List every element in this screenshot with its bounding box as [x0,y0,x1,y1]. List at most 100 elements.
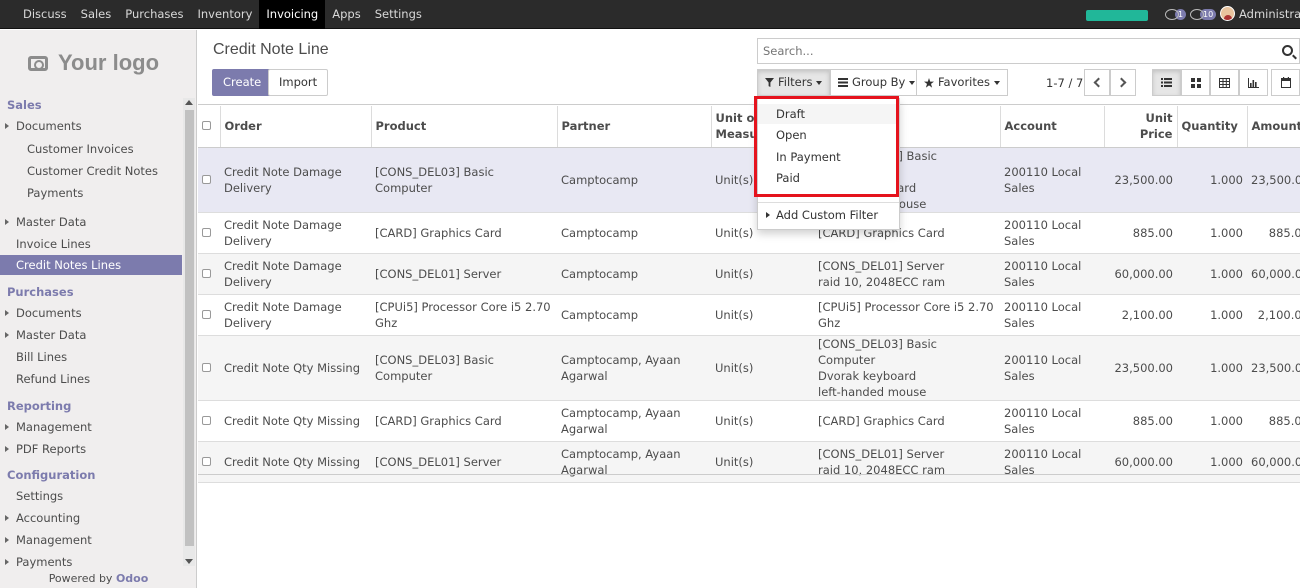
row-checkbox[interactable] [202,362,211,372]
scroll-down-icon[interactable] [185,559,193,564]
menu-invoicing[interactable]: Invoicing [259,0,326,29]
create-button[interactable]: Create [212,69,273,96]
select-all-checkbox[interactable] [202,121,211,131]
sidebar-item-purchases-master-data[interactable]: Master Data [0,325,182,345]
favorites-button[interactable]: Favorites [916,69,1008,96]
sidebar-item-customer-invoices[interactable]: Customer Invoices [0,139,182,159]
add-custom-filter-label: Add Custom Filter [776,208,879,222]
sidebar-item-customer-credit-notes[interactable]: Customer Credit Notes [0,161,182,181]
sidebar-item-config-management[interactable]: Management [0,530,182,550]
sidebar-scrollbar[interactable] [183,98,195,566]
onboarding-progress-bar[interactable] [1086,10,1148,21]
table-row[interactable]: Credit Note Damage Delivery [CPUi5] Proce… [198,294,1300,336]
cell-order: Credit Note Damage Delivery [220,294,371,336]
row-checkbox[interactable] [202,456,211,466]
menu-purchases[interactable]: Purchases [118,0,190,29]
table-row[interactable]: Credit Note Qty Missing [CARD] Graphics C… [198,400,1300,442]
table-row[interactable]: Credit Note Qty Missing [CONS_DEL03] Basi… [198,335,1300,401]
calendar-view-button[interactable] [1271,69,1300,96]
sidebar-item-config-payments[interactable]: Payments [0,552,182,572]
sidebar-item-management[interactable]: Management [0,417,182,437]
scroll-up-icon[interactable] [185,100,193,105]
filters-label: Filters [778,75,813,89]
menu-sales[interactable]: Sales [74,0,119,29]
column-product[interactable]: Product [370,106,557,148]
group-by-button[interactable]: Group By [830,69,924,96]
sidebar-item-credit-notes-lines[interactable]: Credit Notes Lines [0,255,182,275]
add-custom-filter[interactable]: Add Custom Filter [758,205,899,225]
filters-button[interactable]: Filters [757,69,831,96]
messages-button[interactable]: 1 [1165,7,1187,21]
search-bar[interactable] [757,38,1300,64]
table-row[interactable]: Credit Note Damage Delivery [CONS_DEL01] … [198,253,1300,295]
menu-discuss[interactable]: Discuss [16,0,74,29]
sidebar-item-payments[interactable]: Payments [0,183,182,203]
menu-apps[interactable]: Apps [325,0,367,29]
pivot-view-button[interactable] [1210,69,1239,96]
scrollbar-thumb[interactable] [185,110,194,546]
menu-settings[interactable]: Settings [368,0,429,29]
sidebar-item-sales-documents[interactable]: Documents [0,116,182,136]
logo-text: Your logo [58,50,160,75]
activities-button[interactable]: 10 [1190,7,1217,21]
sidebar-item-master-data[interactable]: Master Data [0,212,182,232]
column-order[interactable]: Order [219,106,371,148]
kanban-view-button[interactable] [1181,69,1210,96]
sidebar-item-label: Accounting [16,511,81,525]
table-body: Credit Note Damage Delivery [CONS_DEL03] … [198,147,1300,483]
select-all-header [198,106,220,148]
powered-prefix: Powered by [48,572,113,585]
cell-unit-price: 2,100.00 [1104,294,1177,336]
pager-value[interactable]: 1-7 / 7 [1046,76,1083,90]
sidebar-item-label: Management [16,533,92,547]
import-button[interactable]: Import [268,69,329,96]
odoo-link[interactable]: Odoo [116,572,148,585]
caret-right-icon [5,446,9,452]
search-input[interactable] [758,39,1258,63]
menu-inventory[interactable]: Inventory [190,0,259,29]
graph-view-button[interactable] [1239,69,1268,96]
sidebar-item-pdf-reports[interactable]: PDF Reports [0,439,182,459]
cell-amount: 60,000.00 [1247,441,1300,483]
cell-quantity: 1.000 [1177,212,1247,254]
column-account[interactable]: Account [999,106,1104,148]
caret-right-icon [5,424,9,430]
cell-amount: 885.00 [1247,212,1300,254]
cell-unit-price: 885.00 [1104,212,1177,254]
cell-amount: 60,000.00 [1247,253,1300,295]
calendar-icon [1280,77,1291,88]
cell-partner: Camptocamp [557,294,711,336]
row-checkbox[interactable] [202,227,211,237]
row-checkbox[interactable] [202,309,211,319]
row-checkbox[interactable] [202,174,211,184]
pager-previous-button[interactable] [1084,69,1110,96]
row-select-cell [198,335,220,401]
cell-product: [CARD] Graphics Card [371,400,557,442]
top-navbar: Discuss Sales Purchases Inventory Invoic… [0,0,1300,29]
list-view-button[interactable] [1152,69,1181,96]
sidebar-item-settings[interactable]: Settings [0,486,182,506]
user-menu[interactable]: Administrator [1220,6,1300,21]
column-partner[interactable]: Partner [556,106,711,148]
cell-partner: Camptocamp, Ayaan Agarwal [557,400,711,442]
sidebar-item-invoice-lines[interactable]: Invoice Lines [0,234,182,254]
sidebar-item-accounting[interactable]: Accounting [0,508,182,528]
column-quantity[interactable]: Quantity [1176,106,1247,148]
cell-quantity: 1.000 [1177,147,1247,213]
table-row[interactable]: Credit Note Qty Missing [CONS_DEL01] Serv… [198,441,1300,483]
table-header-row: Order Product Partner Unit of Measure La… [198,106,1300,148]
column-amount[interactable]: Amount [1246,106,1300,148]
sidebar-item-purchases-documents[interactable]: Documents [0,303,182,323]
unit-price-header-line2: Price [1139,127,1173,142]
table-row[interactable]: Credit Note Damage Delivery [CONS_DEL03] … [198,147,1300,213]
sidebar-item-bill-lines[interactable]: Bill Lines [0,347,182,367]
table-row[interactable]: Credit Note Damage Delivery [CARD] Graphi… [198,212,1300,254]
search-icon[interactable] [1282,45,1293,56]
list-view: Order Product Partner Unit of Measure La… [198,106,1300,483]
column-unit-price[interactable]: Unit Price [1103,106,1177,148]
page-title: Credit Note Line [213,41,329,58]
row-checkbox[interactable] [202,415,211,425]
pager-next-button[interactable] [1110,69,1136,96]
sidebar-item-refund-lines[interactable]: Refund Lines [0,369,182,389]
row-checkbox[interactable] [202,268,211,278]
